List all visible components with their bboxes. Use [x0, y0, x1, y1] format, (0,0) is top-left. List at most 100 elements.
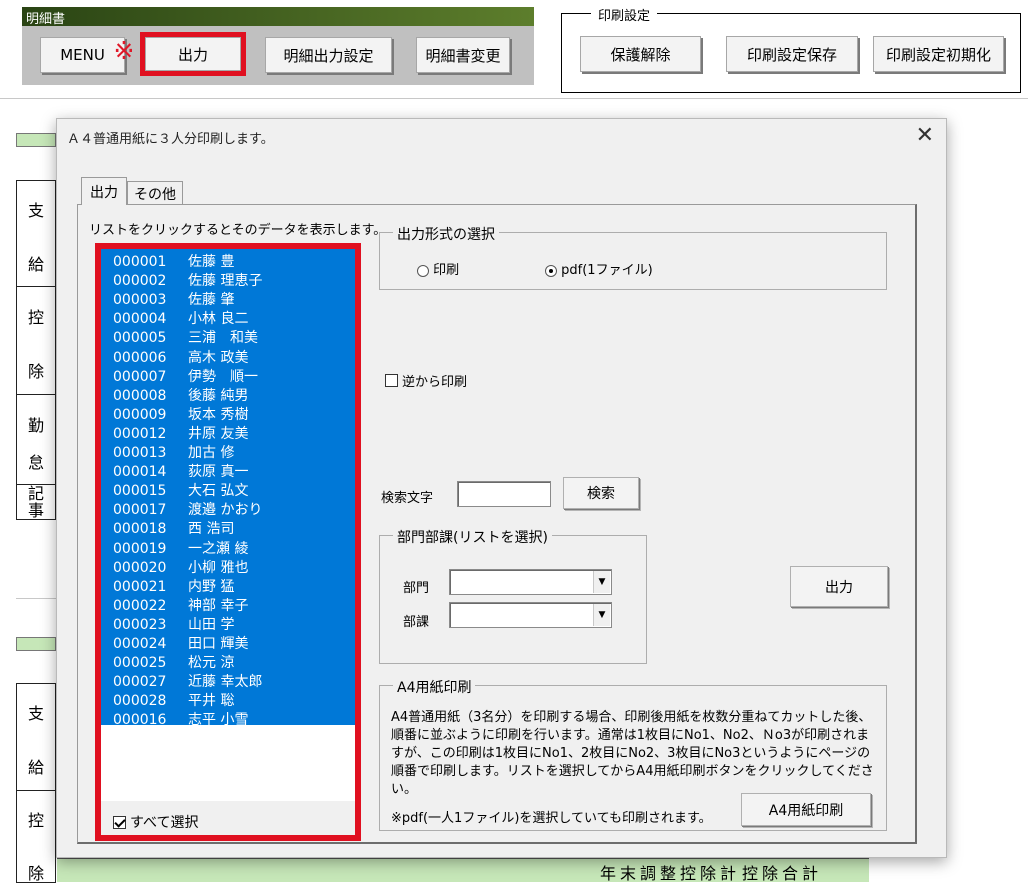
format-group-label: 出力形式の選択	[393, 224, 499, 244]
list-item[interactable]: 000023 山田 学	[113, 614, 234, 633]
section-label: 部課	[403, 615, 430, 630]
list-item[interactable]: 000024 田口 輝美	[113, 633, 248, 652]
sheet-label: 支	[27, 201, 44, 220]
section-select[interactable]: ▼	[449, 602, 612, 628]
select-all-checkbox[interactable]: すべて選択	[113, 812, 198, 832]
radio-print-label: 印刷	[433, 263, 460, 278]
employee-code: 000024	[113, 636, 167, 652]
list-item[interactable]: 000014 荻原 真一	[113, 461, 248, 480]
a4-description: A4普通用紙（3名分）を印刷する場合、印刷後用紙を枚数分重ねてカットした後、順番…	[391, 710, 874, 797]
radio-pdf[interactable]: pdf(1ファイル)	[545, 259, 653, 278]
dept-label: 部門	[403, 581, 430, 596]
employee-name: 坂本 秀樹	[188, 406, 249, 423]
radio-print[interactable]: 印刷	[417, 259, 459, 278]
employee-name: 伊勢 順一	[188, 368, 258, 385]
reverse-print-check-icon[interactable]	[385, 374, 398, 387]
tab-output[interactable]: 出力	[81, 177, 127, 205]
list-item[interactable]: 000004 小林 良二	[113, 308, 248, 327]
sheet-header-cell	[16, 637, 56, 651]
save-print-settings-button[interactable]: 印刷設定保存	[726, 36, 858, 72]
employee-name: 高木 政美	[188, 349, 249, 366]
list-item[interactable]: 000001 佐藤 豊	[113, 251, 234, 270]
search-button[interactable]: 検索	[563, 477, 639, 509]
list-item[interactable]: 000012 井原 友美	[113, 423, 248, 442]
employee-code: 000009	[113, 406, 167, 423]
dept-group-label: 部門部課(リストを選択)	[393, 527, 552, 547]
select-all-label: すべて選択	[130, 815, 199, 831]
employee-name: 佐藤 肇	[188, 292, 235, 309]
list-item[interactable]: 000027 近藤 幸太郎	[113, 671, 262, 690]
list-item[interactable]: 000015 大石 弘文	[113, 480, 248, 499]
sheet-label: 勤	[27, 416, 44, 435]
employee-code: 000014	[113, 464, 167, 481]
reverse-print-checkbox[interactable]: 逆から印刷	[385, 371, 467, 390]
employee-name: 平井 聡	[188, 693, 235, 710]
statement-panel-title: 明細書	[22, 7, 534, 27]
sheet-label: 記	[27, 484, 44, 503]
list-item[interactable]: 000022 神部 幸子	[113, 595, 248, 614]
employee-name: 加古 修	[188, 445, 235, 461]
radio-pdf-label: pdf(1ファイル)	[561, 263, 653, 278]
list-item[interactable]: 000009 坂本 秀樹	[113, 404, 248, 423]
employee-code: 000003	[113, 292, 167, 309]
sheet-bottom-labels: 年末調整控除計 控除合計	[600, 860, 870, 884]
employee-name: 一之瀬 綾	[188, 540, 249, 557]
list-item[interactable]: 000028 平井 聡	[113, 690, 234, 709]
employee-name: 大石 弘文	[188, 483, 249, 500]
radio-print-icon[interactable]	[417, 264, 429, 277]
list-item[interactable]: 000008 後藤 純男	[113, 385, 248, 404]
list-item[interactable]: 000013 加古 修	[113, 442, 234, 461]
dept-group	[379, 535, 647, 664]
detail-output-settings-button[interactable]: 明細出力設定	[265, 37, 392, 73]
employee-code: 000017	[113, 502, 167, 519]
employee-code: 000020	[113, 559, 167, 576]
close-icon[interactable]: ✕	[916, 123, 934, 148]
employee-code: 000023	[113, 616, 167, 633]
list-item[interactable]: 000019 一之瀬 綾	[113, 538, 248, 557]
list-item[interactable]: 000018 西 浩司	[113, 518, 234, 537]
reset-print-settings-button[interactable]: 印刷設定初期化	[873, 36, 1004, 72]
sheet-label: 事	[27, 501, 44, 520]
list-item[interactable]: 000002 佐藤 理恵子	[113, 270, 262, 289]
employee-name: 佐藤 豊	[188, 254, 235, 270]
list-item[interactable]: 000025 松元 涼	[113, 652, 234, 671]
employee-code: 000025	[113, 655, 167, 672]
employee-code: 000001	[113, 254, 167, 270]
employee-code: 000005	[113, 330, 167, 347]
list-item[interactable]: 000017 渡邉 かおり	[113, 499, 262, 518]
unprotect-button[interactable]: 保護解除	[580, 36, 701, 72]
a4-print-button[interactable]: A4用紙印刷	[741, 793, 871, 826]
print-dialog: Ａ４普通用紙に３人分印刷します。 ✕ 出力 その他 リストをクリックするとそのデ…	[56, 118, 947, 858]
search-label: 検索文字	[381, 491, 434, 506]
employee-code: 000022	[113, 597, 167, 614]
employee-name: 小林 良二	[188, 311, 249, 328]
search-input[interactable]	[457, 481, 551, 507]
list-item[interactable]: 000005 三浦 和美	[113, 327, 258, 346]
chevron-down-icon[interactable]: ▼	[593, 571, 610, 593]
a4-note: ※pdf(一人1ファイル)を選択していても印刷されます。	[391, 811, 712, 826]
employee-name: 田口 輝美	[188, 636, 249, 652]
list-item[interactable]: 000003 佐藤 肇	[113, 289, 234, 308]
dept-select[interactable]: ▼	[449, 569, 612, 595]
dialog-title: Ａ４普通用紙に３人分印刷します。	[67, 132, 274, 147]
list-item[interactable]: 000021 内野 猛	[113, 576, 234, 595]
list-item[interactable]: 000007 伊勢 順一	[113, 366, 258, 385]
sheet-label: 給	[27, 758, 44, 777]
year-end-deduction-label: 年末調整控除計	[600, 864, 741, 883]
tab-other[interactable]: その他	[127, 181, 183, 205]
list-item[interactable]: 000006 高木 政美	[113, 347, 248, 366]
print-settings-label: 印刷設定	[591, 5, 658, 24]
employee-code: 000019	[113, 540, 167, 557]
employee-name: 神部 幸子	[188, 597, 249, 614]
employee-code: 000008	[113, 387, 167, 404]
chevron-down-icon[interactable]: ▼	[593, 604, 610, 626]
select-all-check-icon[interactable]	[113, 815, 126, 829]
employee-code: 000015	[113, 483, 167, 500]
radio-pdf-icon[interactable]	[545, 264, 557, 277]
change-statement-button[interactable]: 明細書変更	[416, 37, 510, 73]
reference-mark: ※	[113, 36, 135, 65]
employee-name: 後藤 純男	[188, 387, 249, 404]
list-item[interactable]: 000020 小柳 雅也	[113, 557, 248, 576]
employee-name: 松元 涼	[188, 655, 235, 672]
dialog-output-button[interactable]: 出力	[790, 566, 888, 607]
